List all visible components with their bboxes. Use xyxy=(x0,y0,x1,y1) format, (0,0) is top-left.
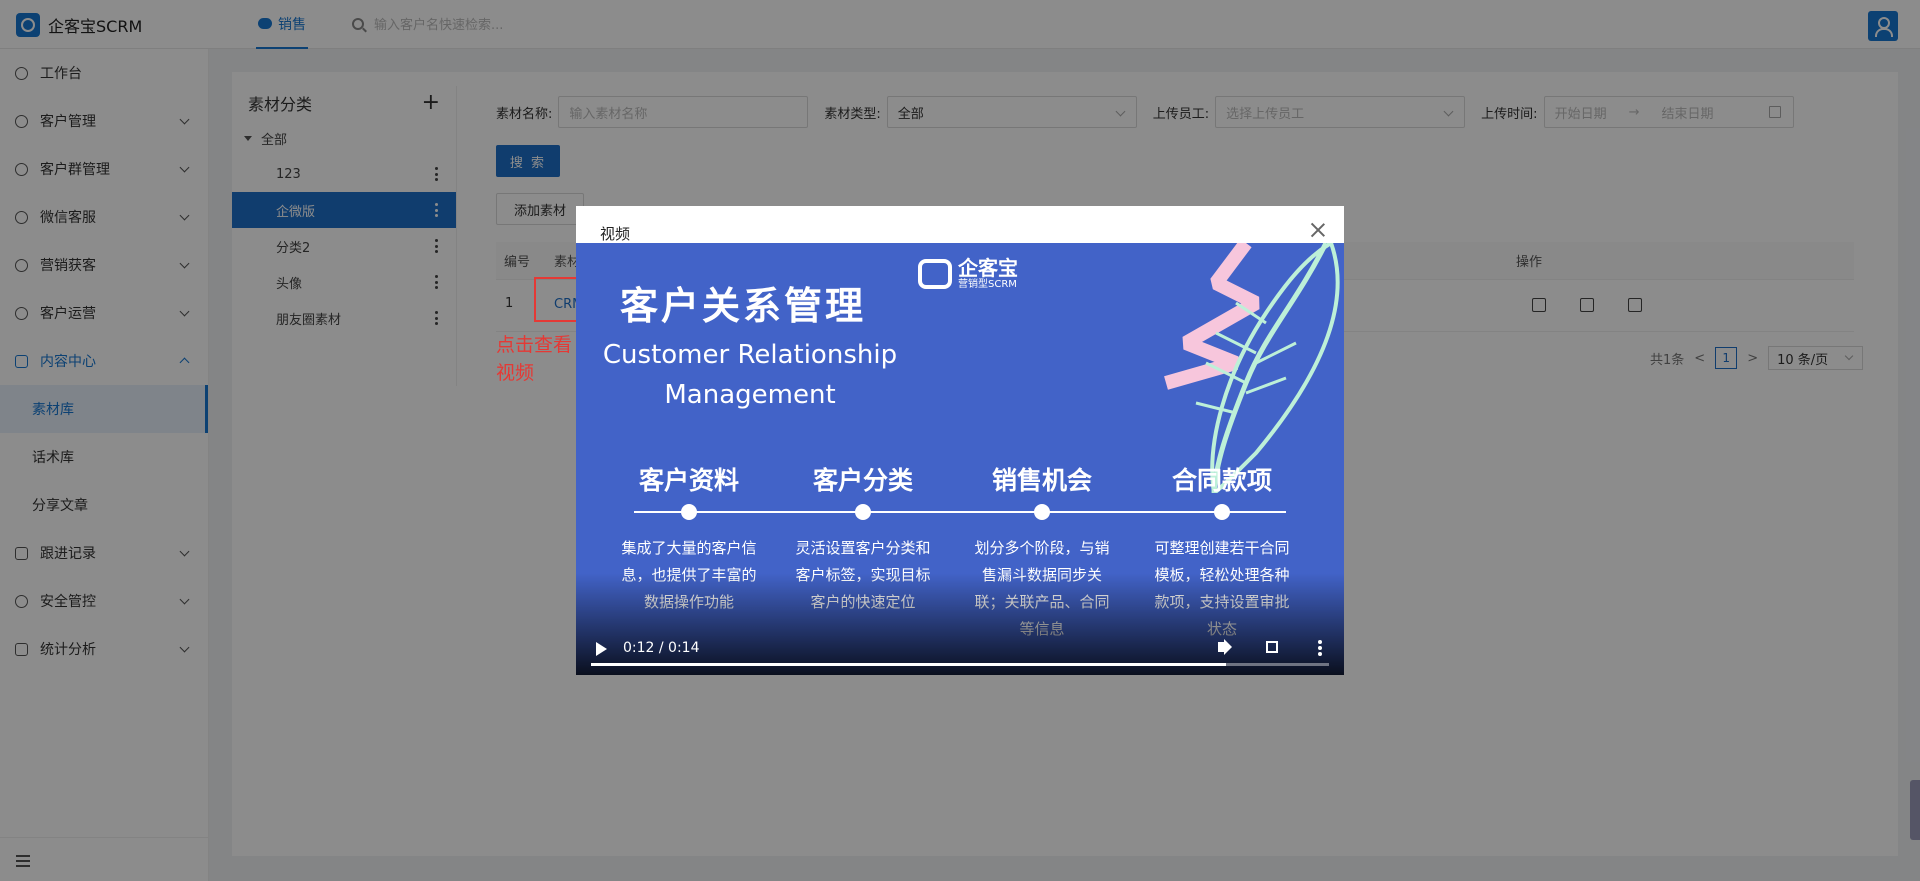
brand-subtitle: 营销型SCRM xyxy=(958,279,1017,290)
video-brand: 企客宝 营销型SCRM xyxy=(918,257,1018,291)
brand-name: 企客宝 xyxy=(958,256,1018,280)
timeline-dot xyxy=(681,504,697,520)
highlight-box xyxy=(534,277,580,322)
timeline-dot xyxy=(855,504,871,520)
video-title-cn: 客户关系管理 xyxy=(620,284,867,328)
video-player[interactable]: 企客宝 营销型SCRM 客户关系管理 Customer Relationship… xyxy=(576,243,1344,675)
video-controls: 0:12 / 0:14 xyxy=(576,573,1344,675)
leaf-illustration xyxy=(1164,243,1340,493)
video-progress-fill xyxy=(591,663,1226,666)
brand-logo-icon xyxy=(918,259,952,289)
side-widget[interactable] xyxy=(1910,780,1920,840)
feature-title: 客户资料 xyxy=(638,466,739,495)
play-icon[interactable] xyxy=(596,642,607,656)
feature-title: 合同款项 xyxy=(1171,466,1272,495)
video-time: 0:12 / 0:14 xyxy=(623,640,700,656)
annotation-note: 点击查看 视频 xyxy=(496,331,572,387)
video-title-en-line: Management xyxy=(664,380,836,410)
video-title-en: Customer Relationship Management xyxy=(600,335,900,415)
feature-title: 客户分类 xyxy=(812,466,913,495)
fullscreen-icon[interactable] xyxy=(1266,641,1278,653)
timeline-dot xyxy=(1214,504,1230,520)
annotation-line: 视频 xyxy=(496,362,535,384)
video-title-en-line: Customer Relationship xyxy=(602,340,898,370)
close-icon[interactable] xyxy=(1310,222,1326,238)
annotation-line: 点击查看 xyxy=(496,334,573,356)
more-options-icon[interactable] xyxy=(1318,640,1322,656)
modal-title: 视频 xyxy=(600,225,631,243)
video-progress-bar[interactable] xyxy=(591,663,1329,666)
video-modal: 视频 企客宝 营销型SCRM 客户关系管理 Customer Relations… xyxy=(576,206,1344,675)
timeline-dot xyxy=(1034,504,1050,520)
volume-icon[interactable] xyxy=(1218,642,1224,652)
feature-title: 销售机会 xyxy=(991,466,1092,495)
timeline-line xyxy=(634,511,1286,513)
